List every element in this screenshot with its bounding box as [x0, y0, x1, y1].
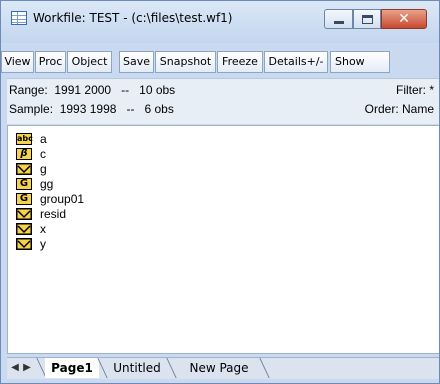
toolbar: View Proc Object Save Snapshot Freeze De… [1, 51, 439, 73]
freeze-button[interactable]: Freeze [217, 51, 263, 73]
workfile-icon [11, 11, 27, 25]
show-button[interactable]: Show [330, 51, 390, 73]
object-name: gg [40, 177, 54, 191]
series-icon [16, 208, 32, 220]
group-icon: G [16, 178, 32, 190]
group-icon: G [16, 193, 32, 205]
close-icon: ✕ [398, 11, 410, 27]
object-name: x [40, 222, 46, 236]
maximize-button[interactable] [353, 9, 381, 29]
next-page-arrow-icon[interactable]: ▶ [21, 361, 33, 375]
object-name: g [40, 162, 47, 176]
prev-page-arrow-icon[interactable]: ◀ [9, 361, 21, 375]
workfile-info-panel: Range: 1991 2000 -- 10 obs Filter: * Sam… [7, 78, 439, 124]
save-button[interactable]: Save [119, 51, 154, 73]
object-list: abc a β c g G gg G group01 resid x y [7, 125, 439, 354]
order-label[interactable]: Order: Name [365, 100, 434, 118]
sample-row[interactable]: Sample: 1993 1998 -- 6 obs Order: Name [9, 100, 434, 118]
minimize-icon [334, 21, 344, 24]
details-button[interactable]: Details+/- [264, 51, 328, 73]
series-icon [16, 238, 32, 250]
series-icon [16, 223, 32, 235]
object-name: c [40, 147, 46, 161]
range-row[interactable]: Range: 1991 2000 -- 10 obs Filter: * [9, 81, 434, 99]
page-tabs: ◀ ▶ Page1 Untitled New Page [7, 357, 439, 379]
tab-untitled[interactable]: Untitled [107, 358, 167, 378]
proc-button[interactable]: Proc [35, 51, 66, 73]
title-bar[interactable]: Workfile: TEST - (c:\files\test.wf1) ✕ [1, 1, 439, 43]
object-button[interactable]: Object [67, 51, 112, 73]
object-name: resid [40, 207, 67, 221]
range-value: 1991 2000 [54, 83, 112, 97]
range-obs: 10 obs [139, 83, 176, 97]
minimize-button[interactable] [324, 9, 353, 29]
range-label: Range: [9, 83, 48, 97]
sample-obs: 6 obs [144, 102, 174, 116]
snapshot-button[interactable]: Snapshot [155, 51, 216, 73]
object-name: a [40, 132, 47, 146]
series-icon [16, 163, 32, 175]
maximize-icon [362, 15, 373, 24]
tab-new-page[interactable]: New Page [176, 358, 262, 378]
workfile-window: Workfile: TEST - (c:\files\test.wf1) ✕ V… [0, 0, 440, 384]
sample-separator: -- [126, 102, 135, 116]
object-name: y [40, 237, 46, 251]
range-separator: -- [121, 83, 130, 97]
coefficient-icon: β [16, 148, 32, 160]
alpha-series-icon: abc [16, 133, 33, 145]
filter-label[interactable]: Filter: * [396, 81, 434, 99]
view-button[interactable]: View [1, 51, 34, 73]
sample-value: 1993 1998 [59, 102, 117, 116]
window-title: Workfile: TEST - (c:\files\test.wf1) [33, 11, 233, 25]
sample-label: Sample: [9, 102, 54, 116]
sample-info: Sample: 1993 1998 -- 6 obs [9, 100, 174, 118]
tab-page1[interactable]: Page1 [45, 358, 99, 378]
close-button[interactable]: ✕ [381, 9, 427, 29]
range-info: Range: 1991 2000 -- 10 obs [9, 81, 175, 99]
object-name: group01 [40, 192, 85, 206]
